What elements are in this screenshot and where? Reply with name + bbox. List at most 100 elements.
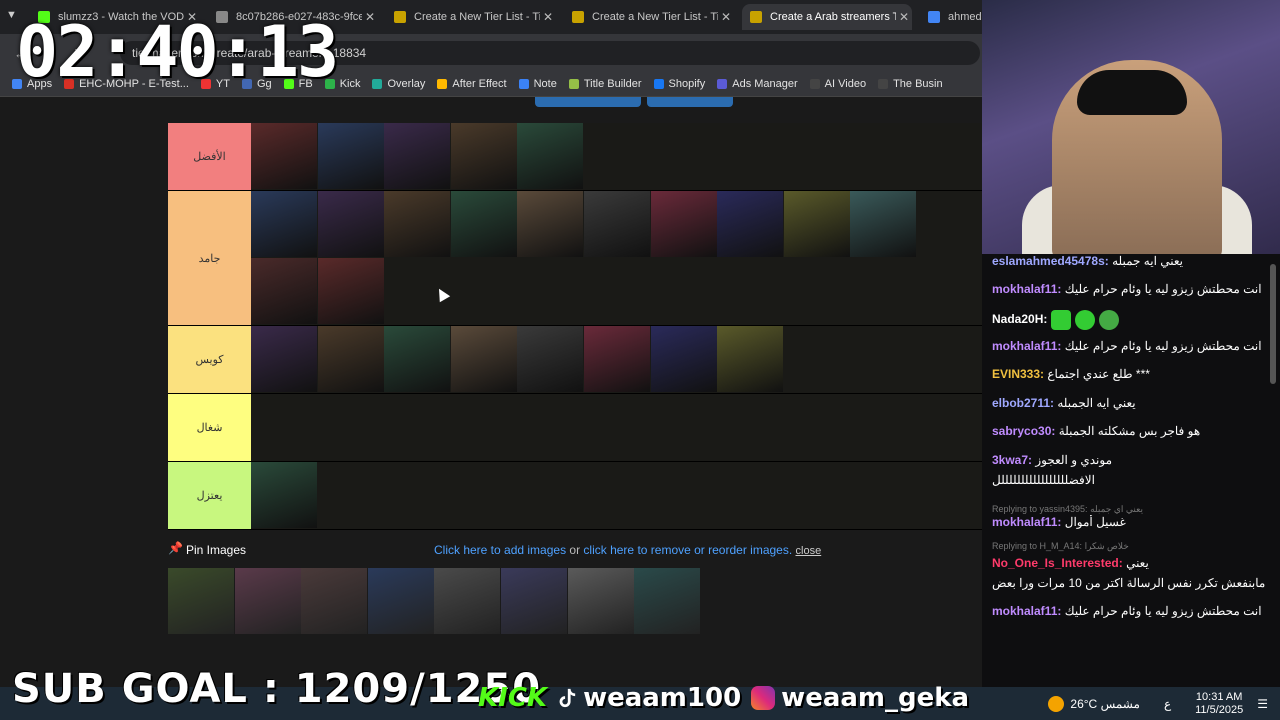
close-tab-icon[interactable]: ✕: [896, 10, 912, 24]
tier-row: شغال: [168, 394, 982, 462]
notification-icon[interactable]: ☰: [1257, 697, 1268, 711]
bookmark-item[interactable]: Title Builder: [568, 78, 642, 90]
tier-label[interactable]: الأفضل: [168, 123, 251, 190]
chat-username[interactable]: mokhalaf11: [992, 282, 1057, 296]
chat-text: يعني: [1126, 556, 1149, 570]
pinned-image[interactable]: [634, 568, 701, 634]
bookmark-item[interactable]: The Busin: [878, 78, 943, 90]
clock-date: 11/5/2025: [1195, 703, 1244, 716]
download-button[interactable]: [647, 97, 733, 107]
webcam-feed: [982, 0, 1280, 254]
streamer-image[interactable]: [583, 191, 650, 257]
lang-indicator[interactable]: ع: [1164, 697, 1171, 711]
streamer-image[interactable]: [517, 191, 584, 257]
streamer-image[interactable]: [850, 191, 917, 257]
chat-username[interactable]: 3kwa7: [992, 453, 1028, 467]
streamer-image[interactable]: [317, 258, 384, 324]
streamer-image[interactable]: [450, 191, 517, 257]
clock-time: 10:31 AM: [1195, 690, 1243, 703]
bookmark-item[interactable]: AI Video: [809, 78, 866, 90]
chat-username[interactable]: No_One_Is_Interested: [992, 556, 1119, 570]
clock[interactable]: 10:31 AM 11/5/2025: [1195, 691, 1243, 717]
favicon-icon: [572, 11, 584, 23]
bookmark-item[interactable]: Ads Manager: [717, 78, 798, 90]
chat-message: mokhalaf11: غسيل أموال: [992, 515, 1126, 529]
chat-text: يعني ايه الجمبله: [1057, 396, 1136, 410]
bookmark-label: The Busin: [893, 78, 943, 90]
tier-items: [251, 394, 982, 461]
pinned-image[interactable]: [434, 568, 501, 634]
streamer-image[interactable]: [384, 191, 451, 257]
streamer-image[interactable]: [583, 326, 650, 392]
chat-text: غسيل أموال: [1064, 515, 1126, 529]
streamer-image[interactable]: [717, 326, 784, 392]
streamer-image[interactable]: [251, 326, 317, 392]
tab-5[interactable]: Create a Arab streamers Ti ✕: [742, 4, 912, 30]
chat-username[interactable]: EVIN333: [992, 367, 1040, 381]
pinned-image[interactable]: [301, 568, 368, 634]
streamer-image[interactable]: [517, 326, 584, 392]
streamer-image[interactable]: [650, 191, 717, 257]
streamer-image[interactable]: [717, 191, 784, 257]
chat-username[interactable]: elbob2711: [992, 396, 1050, 410]
tier-label[interactable]: جامد: [168, 191, 251, 325]
chat-message: mokhalaf11: انت محطتش زيزو ليه يا وئام ح…: [992, 282, 1262, 296]
stream-chat: eslamahmed45478s: يعني ايه جمبله mokhalaf…: [982, 254, 1280, 687]
bookmark-item[interactable]: Overlay: [372, 78, 425, 90]
pinned-image[interactable]: [500, 568, 567, 634]
streamer-image[interactable]: [384, 123, 451, 189]
save-button[interactable]: [535, 97, 641, 107]
pin-links: Click here to add images or click here t…: [434, 543, 821, 557]
close-tab-icon[interactable]: ✕: [718, 10, 734, 24]
chat-username[interactable]: eslamahmed45478s: [992, 254, 1105, 268]
bookmark-item[interactable]: Shopify: [653, 78, 705, 90]
close-tab-icon[interactable]: ✕: [362, 10, 378, 24]
streamer-image[interactable]: [317, 191, 384, 257]
pinned-image[interactable]: [234, 568, 301, 634]
chat-username[interactable]: mokhalaf11: [992, 604, 1057, 618]
close-tab-icon[interactable]: ✕: [540, 10, 556, 24]
streamer-image[interactable]: [384, 326, 451, 392]
instagram-handle: weaam_geka: [781, 683, 970, 713]
pinned-image[interactable]: [367, 568, 434, 634]
bookmark-icon: [437, 79, 448, 89]
bookmark-icon: [372, 79, 383, 89]
weather-icon: [1048, 695, 1065, 712]
favicon-icon: [394, 11, 406, 23]
tab-3[interactable]: Create a New Tier List - Tie ✕: [386, 4, 556, 30]
streamer-image[interactable]: [783, 191, 850, 257]
streamer-image[interactable]: [251, 123, 317, 189]
streamer-image[interactable]: [317, 123, 384, 189]
chat-message: EVIN333: طلع عندي اجتماع ***: [992, 367, 1150, 381]
pinned-image[interactable]: [168, 568, 234, 634]
streamer-image[interactable]: [450, 123, 517, 189]
streamer-image[interactable]: [650, 326, 717, 392]
pin-images-bar: 📌 Pin Images Click here to add images or…: [168, 541, 982, 561]
bookmark-label: Title Builder: [583, 78, 642, 90]
streamer-image[interactable]: [450, 326, 517, 392]
tab-4[interactable]: Create a New Tier List - Tie ✕: [564, 4, 734, 30]
chat-message: mokhalaf11: انت محطتش زيزو ليه يا وئام ح…: [992, 339, 1262, 353]
streamer-image[interactable]: [251, 258, 317, 324]
tier-label[interactable]: يعتزل: [168, 462, 251, 529]
tier-label[interactable]: كويس: [168, 326, 251, 393]
streamer-image[interactable]: [251, 191, 317, 257]
chat-username[interactable]: Nada20H: [992, 312, 1043, 326]
chat-message: الافضلللللللللللللللللل: [992, 473, 1274, 487]
chat-username[interactable]: sabryco30: [992, 424, 1051, 438]
close-link[interactable]: close: [796, 545, 822, 557]
chat-username[interactable]: mokhalaf11: [992, 339, 1057, 353]
pinned-image[interactable]: [567, 568, 634, 634]
streamer-image[interactable]: [517, 123, 584, 189]
streamer-image[interactable]: [317, 326, 384, 392]
favicon-icon: [928, 11, 940, 23]
remove-images-link[interactable]: click here to remove or reorder images.: [583, 543, 792, 557]
add-images-link[interactable]: Click here to add images: [434, 543, 566, 557]
bookmark-item[interactable]: After Effect: [437, 78, 507, 90]
chat-text: انت محطتش زيزو ليه يا وئام حرام عليك: [1064, 604, 1262, 618]
chat-username[interactable]: mokhalaf11: [992, 515, 1057, 529]
bookmark-label: Overlay: [387, 78, 426, 90]
bookmark-item[interactable]: Note: [518, 78, 557, 90]
tier-label[interactable]: شغال: [168, 394, 251, 461]
streamer-image[interactable]: [251, 462, 317, 528]
